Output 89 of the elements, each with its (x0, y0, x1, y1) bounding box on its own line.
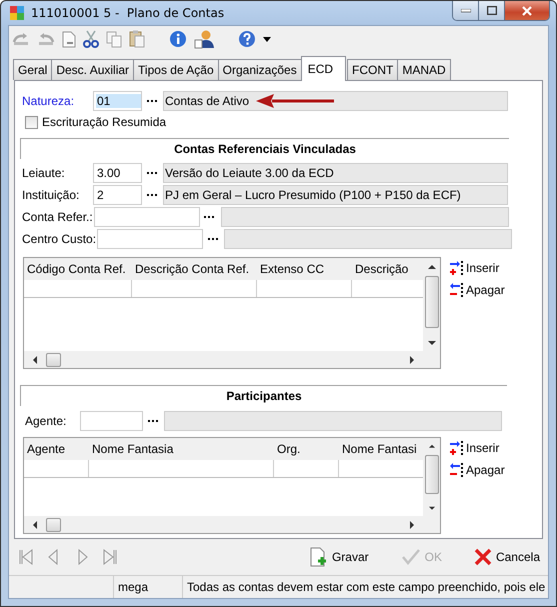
document-icon[interactable] (62, 30, 76, 48)
data-grid[interactable]: Agente Nome Fantasia Org. Nome Fantasi (23, 437, 441, 534)
minimize-icon (460, 8, 470, 12)
scroll-left-icon[interactable] (32, 520, 38, 528)
tab[interactable]: Desc. Auxiliar (51, 59, 134, 80)
close-icon (521, 6, 533, 16)
close-button[interactable] (505, 1, 549, 20)
tab[interactable]: MANAD (397, 59, 451, 80)
code-field[interactable]: 2 (93, 185, 142, 205)
input-field[interactable] (94, 207, 200, 227)
input-field[interactable] (80, 411, 143, 431)
column-header[interactable]: Código Conta Ref. (24, 262, 132, 276)
insert-button[interactable]: Inserir (449, 439, 505, 457)
tab[interactable]: FCONT (347, 59, 398, 80)
checkbox[interactable]: Escrituração Resumida (25, 113, 542, 131)
tab[interactable]: Organizações (218, 59, 302, 80)
column-header[interactable]: Org. (274, 442, 339, 456)
dropdown-caret-icon[interactable] (263, 36, 271, 42)
checkmark-icon (400, 548, 421, 566)
code-field[interactable]: 01 (93, 91, 142, 111)
info-icon[interactable] (169, 30, 187, 48)
minimize-button[interactable] (453, 1, 479, 20)
data-grid[interactable]: Código Conta Ref. Descrição Conta Ref. Extenso CC Descrição (23, 257, 441, 369)
maximize-button[interactable] (479, 1, 505, 20)
tab[interactable]: ECD (300, 56, 346, 81)
delete-row-icon (449, 282, 465, 298)
scroll-thumb[interactable] (424, 454, 438, 494)
ellipsis-icon (146, 194, 158, 196)
horizontal-scrollbar[interactable] (24, 351, 423, 368)
save-button[interactable]: Gravar (310, 547, 369, 567)
column-header[interactable]: Descrição Conta Ref. (132, 262, 257, 276)
column-header[interactable]: Descrição (352, 262, 423, 276)
first-record-icon[interactable] (19, 549, 33, 565)
field-label: Instituição: (22, 188, 80, 202)
insert-row-icon (449, 440, 465, 456)
code-field[interactable]: 3.00 (93, 163, 142, 183)
delete-button[interactable]: Apagar (449, 281, 505, 299)
tab[interactable]: Tipos de Ação (133, 59, 219, 80)
scroll-down-icon[interactable] (428, 340, 436, 346)
ellipsis-icon (148, 420, 158, 422)
scroll-thumb[interactable] (46, 518, 61, 532)
vertical-scrollbar[interactable] (423, 258, 440, 368)
column-header[interactable]: Nome Fantasi (339, 442, 423, 456)
status-text: Todas as contas devem estar com este campo preenchido, pois ele (186, 579, 546, 596)
delete-row-icon (449, 462, 465, 478)
column-header[interactable]: Agente (24, 442, 89, 456)
scroll-down-icon[interactable] (428, 506, 436, 511)
last-record-icon[interactable] (103, 549, 117, 565)
section-title: Participantes (226, 389, 302, 403)
description-field: Contas de Ativo (163, 91, 508, 111)
ellipsis-icon (208, 238, 219, 240)
input-field[interactable] (97, 229, 204, 249)
column-header[interactable]: Nome Fantasia (89, 442, 274, 456)
scroll-left-icon[interactable] (32, 356, 38, 364)
close-icon (474, 548, 492, 566)
ellipsis-icon (146, 172, 158, 174)
scroll-up-icon[interactable] (428, 444, 436, 449)
scroll-up-icon[interactable] (428, 264, 436, 270)
delete-button[interactable]: Apagar (449, 461, 505, 479)
scroll-thumb[interactable] (46, 352, 61, 366)
horizontal-scrollbar[interactable] (24, 516, 423, 533)
scroll-thumb[interactable] (424, 276, 438, 328)
status-text: mega (114, 576, 183, 598)
help-icon[interactable] (238, 30, 256, 48)
new-document-icon (310, 547, 328, 567)
cancel-button[interactable]: Cancela (474, 548, 540, 566)
description-field: Versão do Leiaute 3.00 da ECD (163, 163, 508, 183)
window-title: 111010001 5 - Plano de Contas (31, 6, 224, 20)
vertical-scrollbar[interactable] (423, 438, 440, 533)
insert-button[interactable]: Inserir (449, 259, 505, 277)
field-label: Agente: (24, 414, 68, 428)
insert-row-icon (449, 260, 465, 276)
column-header[interactable]: Extenso CC (257, 262, 352, 276)
tab[interactable]: Geral (13, 59, 52, 80)
scroll-right-icon[interactable] (409, 356, 415, 364)
maximize-icon (486, 6, 496, 15)
description-field: PJ em Geral – Lucro Presumido (P100 + P150 da ECF) (163, 185, 508, 205)
ellipsis-icon (204, 216, 216, 218)
section-title: Contas Referenciais Vinculadas (174, 142, 356, 156)
app-icon (9, 5, 25, 21)
user-icon[interactable] (194, 29, 214, 49)
field-label: Natureza: (22, 94, 76, 108)
ellipsis-icon (146, 100, 158, 102)
scroll-right-icon[interactable] (409, 520, 415, 528)
field-label: Leiaute: (22, 166, 66, 180)
paste-icon[interactable] (129, 30, 145, 48)
cut-icon[interactable] (83, 30, 99, 48)
field-label: Centro Custo: (22, 232, 96, 246)
field-label: Conta Refer.: (22, 210, 93, 224)
